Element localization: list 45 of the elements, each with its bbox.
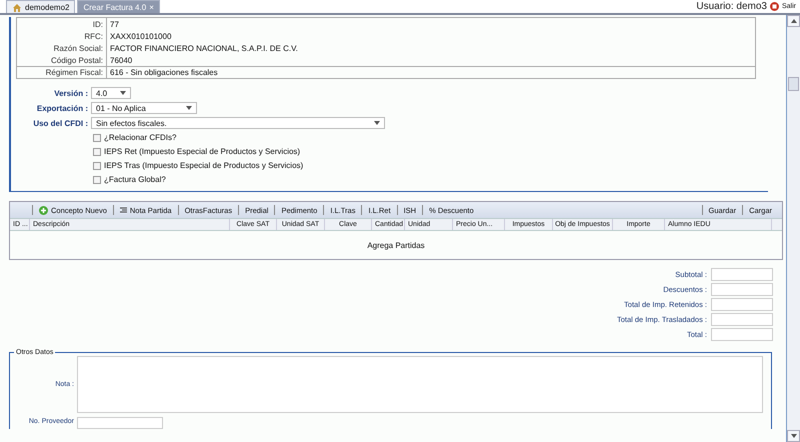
dropdown[interactable]: 4.0	[91, 87, 131, 99]
field-value: XAXX010101000	[109, 32, 172, 40]
scroll-up-icon[interactable]	[787, 15, 800, 27]
checkbox-label: ¿Factura Global?	[104, 175, 166, 184]
total-field[interactable]	[711, 268, 773, 281]
checkbox-label: IEPS Ret (Impuesto Especial de Productos y Servicios)	[104, 147, 300, 156]
field-label: Exportación :	[36, 104, 89, 112]
caret-icon	[186, 106, 192, 110]
caret-icon	[120, 91, 126, 95]
plus-icon	[39, 206, 48, 214]
field-value: 77	[109, 20, 119, 28]
checkbox[interactable]	[93, 162, 101, 170]
field-value: FACTOR FINANCIERO NACIONAL, S.A.P.I. DE C.V.	[109, 44, 298, 52]
field-value: 76040	[109, 56, 132, 64]
caret-icon	[374, 121, 380, 125]
scrollbar[interactable]	[786, 15, 800, 442]
logout-icon[interactable]	[770, 2, 779, 10]
field-label: ID:	[17, 18, 107, 30]
home-icon	[12, 2, 22, 12]
dropdown[interactable]: Sin efectos fiscales.	[91, 117, 385, 129]
checkbox-label: IEPS Tras (Impuesto Especial de Productos y Servicios)	[104, 161, 304, 170]
field-value: 616 - Sin obligaciones fiscales	[109, 68, 218, 77]
field-label: RFC:	[17, 30, 107, 42]
list-icon	[120, 207, 127, 213]
checkbox[interactable]	[93, 176, 101, 184]
note-field[interactable]	[77, 356, 763, 413]
total-field[interactable]	[711, 298, 773, 311]
input-field[interactable]	[77, 417, 163, 429]
checkbox-label: ¿Relacionar CFDIs?	[104, 133, 176, 142]
empty-message: Agrega Partidas	[367, 240, 425, 250]
field-label: Código Postal:	[17, 54, 107, 66]
total-field[interactable]	[711, 283, 773, 296]
checkbox[interactable]	[93, 148, 101, 156]
total-field[interactable]	[711, 313, 773, 326]
checkbox[interactable]	[93, 134, 101, 142]
dropdown[interactable]: 01 - No Aplica	[91, 102, 197, 114]
scroll-down-icon[interactable]	[787, 430, 800, 442]
user-label: Usuario: demo3	[696, 0, 767, 12]
total-field[interactable]	[711, 328, 773, 341]
field-label: Uso del CFDI :	[32, 118, 89, 128]
tab[interactable]: demodemo2	[6, 0, 76, 13]
field-label: Régimen Fiscal:	[17, 67, 107, 78]
scroll-thumb[interactable]	[788, 77, 799, 91]
field-label: Razón Social:	[17, 42, 107, 54]
field-label: Versión :	[53, 88, 89, 98]
